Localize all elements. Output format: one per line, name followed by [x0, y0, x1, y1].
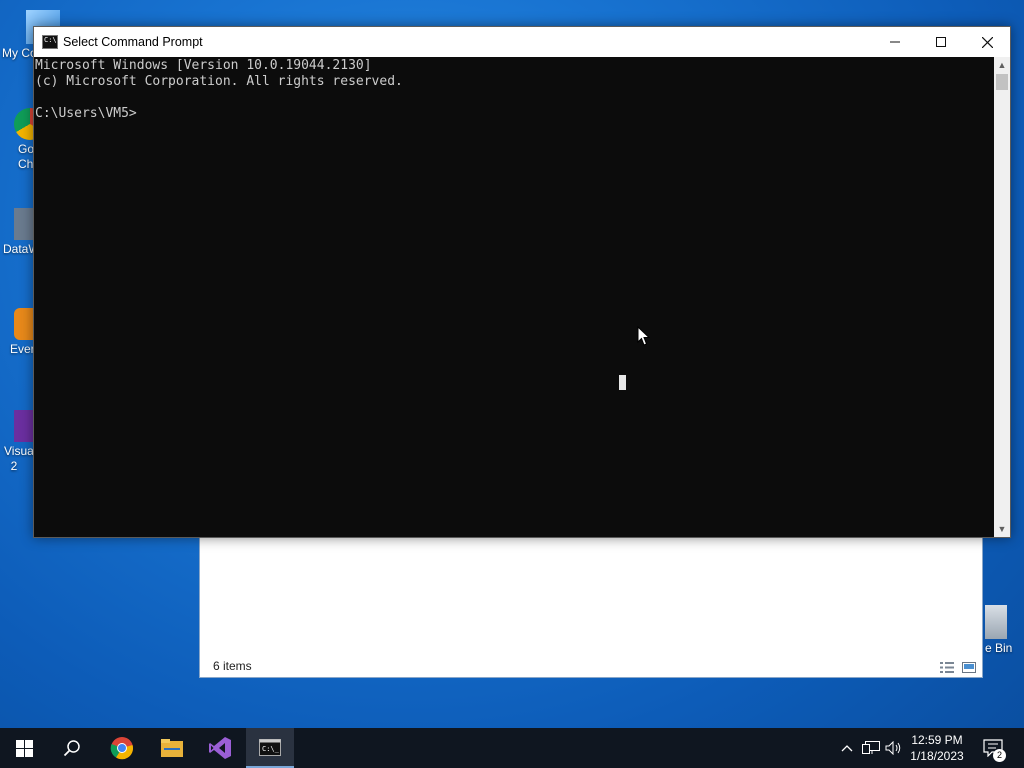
svg-text:C:\_: C:\_ [262, 745, 280, 753]
command-prompt-icon: C:\_ [259, 738, 281, 756]
minimize-button[interactable] [872, 27, 918, 57]
close-icon [981, 36, 993, 48]
scroll-down-arrow-icon[interactable]: ▼ [994, 521, 1010, 537]
taskbar-file-explorer[interactable] [148, 728, 196, 768]
console-prompt: C:\Users\VM5> [35, 106, 137, 121]
maximize-icon [936, 37, 946, 47]
visual-studio-icon [209, 737, 231, 759]
system-clock[interactable]: 12:59 PM 1/18/2023 [906, 732, 968, 764]
taskbar-command-prompt[interactable]: C:\_ [246, 728, 294, 768]
title-bar[interactable]: Select Command Prompt [34, 27, 1010, 57]
console-output[interactable]: Microsoft Windows [Version 10.0.19044.21… [34, 57, 994, 537]
console-line: (c) Microsoft Corporation. All rights re… [35, 74, 403, 89]
console-line: Microsoft Windows [Version 10.0.19044.21… [35, 58, 372, 73]
network-button[interactable] [860, 728, 882, 768]
vertical-scrollbar[interactable]: ▲ ▼ [994, 57, 1010, 537]
file-explorer-window[interactable]: 6 items [199, 536, 983, 678]
taskbar: C:\_ 12:59 PM 1/18/2023 2 [0, 728, 1024, 768]
scroll-up-arrow-icon[interactable]: ▲ [994, 57, 1010, 73]
windows-start-icon [15, 739, 33, 757]
recycle-bin-icon [985, 605, 1007, 639]
clock-time: 12:59 PM [911, 733, 963, 747]
view-toggle-group [940, 660, 976, 673]
details-view-icon[interactable] [940, 660, 954, 673]
window-title: Select Command Prompt [63, 35, 203, 49]
chevron-up-icon [841, 745, 853, 752]
speaker-icon [885, 741, 901, 755]
notification-count-badge: 2 [993, 749, 1006, 762]
item-count-status: 6 items [213, 659, 252, 673]
search-icon [63, 740, 80, 757]
search-button[interactable] [48, 728, 96, 768]
action-center-button[interactable] [980, 728, 1006, 768]
mouse-pointer-icon [637, 326, 651, 346]
taskbar-chrome[interactable] [98, 728, 146, 768]
large-icons-view-icon[interactable] [962, 660, 976, 673]
scroll-thumb[interactable] [996, 74, 1008, 90]
command-prompt-icon [42, 35, 58, 49]
chrome-icon [110, 737, 134, 760]
file-explorer-icon [161, 739, 183, 757]
clock-date: 1/18/2023 [910, 749, 964, 763]
volume-button[interactable] [884, 728, 904, 768]
minimize-icon [890, 41, 900, 43]
show-hidden-icons-button[interactable] [838, 728, 856, 768]
start-button[interactable] [0, 728, 48, 768]
maximize-button[interactable] [918, 27, 964, 57]
text-cursor [619, 375, 626, 390]
taskbar-visual-studio[interactable] [196, 728, 244, 768]
close-button[interactable] [964, 27, 1010, 57]
network-icon [862, 741, 880, 754]
command-prompt-window[interactable]: Select Command Prompt Microsoft Windows … [33, 26, 1011, 538]
